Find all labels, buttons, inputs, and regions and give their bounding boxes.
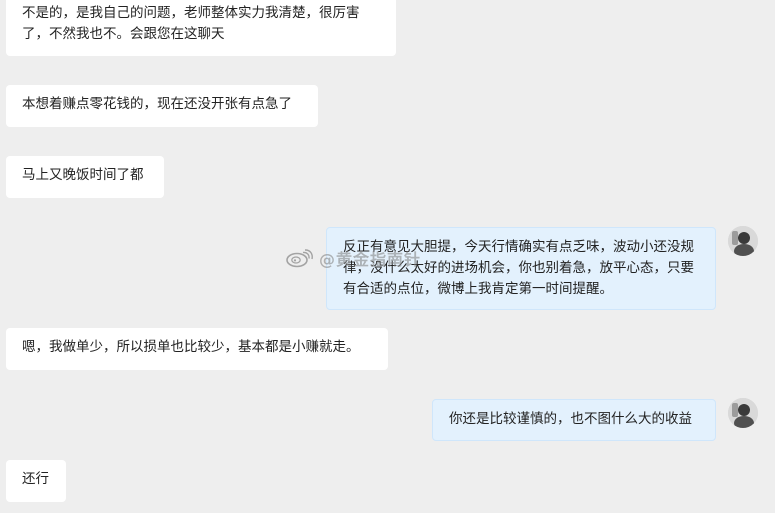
weibo-icon [286, 249, 313, 268]
message-bubble-incoming: 本想着赚点零花钱的，现在还没开张有点急了 [6, 85, 318, 127]
user-avatar[interactable] [728, 398, 758, 428]
message-bubble-outgoing: 你还是比较谨慎的，也不图什么大的收益 [432, 399, 716, 441]
user-avatar[interactable] [728, 226, 758, 256]
message-bubble-incoming: 马上又晚饭时间了都 [6, 156, 164, 198]
avatar-image [728, 226, 758, 256]
message-bubble-outgoing: 反正有意见大胆提，今天行情确实有点乏味，波动小还没规律，没什么太好的进场机会，你… [326, 227, 716, 310]
message-bubble-incoming: 嗯，我做单少，所以损单也比较少，基本都是小赚就走。 [6, 328, 388, 370]
message-bubble-incoming: 不是的，是我自己的问题，老师整体实力我清楚，很厉害了，不然我也不。会跟您在这聊天 [6, 0, 396, 56]
avatar-image [728, 398, 758, 428]
chat-window: 不是的，是我自己的问题，老师整体实力我清楚，很厉害了，不然我也不。会跟您在这聊天… [0, 0, 775, 513]
message-bubble-incoming: 还行 [6, 460, 66, 502]
